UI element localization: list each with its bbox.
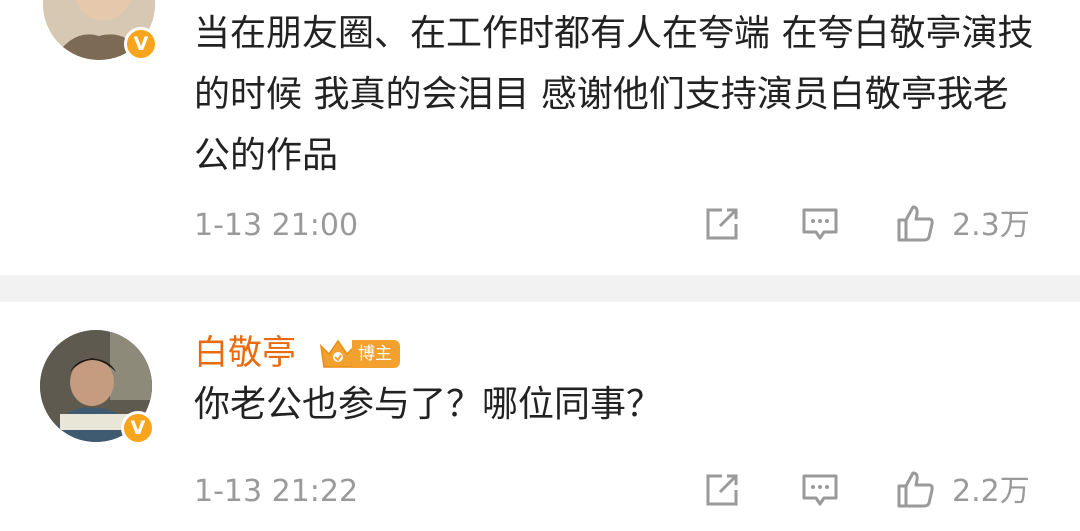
- comment-text: 你老公也参与了？哪位同事？: [194, 384, 663, 425]
- verified-icon: V: [121, 411, 155, 445]
- comment-meta: 1-13 21:22 2.2万: [0, 468, 1080, 518]
- like-button[interactable]: [893, 202, 937, 246]
- like-button[interactable]: [893, 468, 937, 512]
- like-count: 2.2万: [952, 474, 1030, 509]
- comment-time: 1-13 21:00: [194, 208, 359, 243]
- comment-item-2: V 白敬亭 博主 你老公也参与了？哪位同事？ 1-13 21:22 2.2万: [0, 302, 1080, 531]
- reply-button[interactable]: [798, 468, 842, 512]
- verified-icon: V: [124, 27, 158, 61]
- like-icon: [897, 205, 934, 242]
- comment-text: 当在朋友圈、在工作时都有人在夸端 在夸白敬亭演技的时候 我真的会泪目 感谢他们支…: [194, 13, 1034, 176]
- share-button[interactable]: [700, 468, 744, 512]
- like-count: 2.3万: [952, 208, 1030, 243]
- comment-icon: [802, 474, 838, 506]
- section-divider: [0, 275, 1080, 302]
- share-icon: [706, 474, 738, 506]
- blogger-label: 博主: [352, 340, 400, 368]
- blogger-badge: 博主: [318, 336, 404, 372]
- share-button[interactable]: [700, 202, 744, 246]
- reply-button[interactable]: [798, 202, 842, 246]
- comment-icon: [802, 208, 838, 240]
- share-icon: [706, 208, 738, 240]
- comment-time: 1-13 21:22: [194, 474, 359, 509]
- like-icon: [897, 471, 934, 508]
- comment-meta: 1-13 21:00 2.3万: [0, 202, 1080, 252]
- comment-item-1: V 当在朋友圈、在工作时都有人在夸端 在夸白敬亭演技的时候 我真的会泪目 感谢他…: [0, 0, 1080, 275]
- username[interactable]: 白敬亭: [194, 328, 296, 378]
